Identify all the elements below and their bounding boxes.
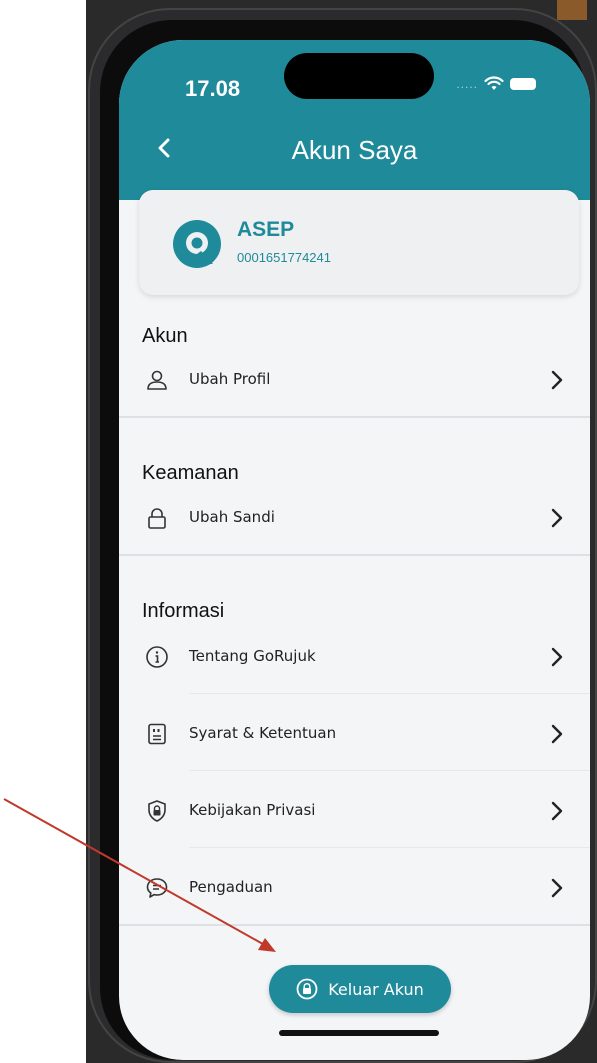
section-title-keamanan: Keamanan	[142, 462, 239, 484]
chevron-right-icon	[551, 370, 563, 390]
section-title-informasi: Informasi	[142, 600, 225, 622]
signal-indicator: .....	[456, 77, 478, 91]
logout-button[interactable]: Keluar Akun	[269, 965, 451, 1013]
document-quote-icon	[143, 720, 171, 748]
menu-label: Syarat & Ketentuan	[189, 724, 337, 742]
gorujuk-logo-icon	[173, 220, 221, 268]
top-app-bar: 17.08 ..... Akun Saya	[119, 40, 590, 200]
info-icon	[143, 643, 171, 671]
chevron-right-icon	[551, 801, 563, 821]
dynamic-island	[284, 53, 434, 99]
menu-label: Pengaduan	[189, 878, 273, 896]
user-id: 0001651774241	[237, 250, 331, 265]
lock-circle-icon	[296, 978, 318, 1000]
chat-bubble-icon	[143, 874, 171, 902]
wifi-icon	[484, 76, 504, 90]
app-screen: 17.08 ..... Akun Saya ASEP 0001651774241…	[119, 40, 590, 1060]
background-accent	[557, 0, 587, 20]
logout-label: Keluar Akun	[328, 979, 424, 999]
status-time: 17.08	[185, 76, 241, 101]
item-divider	[189, 847, 590, 848]
lock-icon	[143, 504, 171, 532]
shield-lock-icon	[143, 797, 171, 825]
section-divider	[119, 554, 590, 556]
phone-frame: 17.08 ..... Akun Saya ASEP 0001651774241…	[88, 8, 597, 1063]
menu-label: Kebijakan Privasi	[189, 801, 316, 819]
person-icon	[143, 366, 171, 394]
menu-item-syarat-ketentuan[interactable]: Syarat & Ketentuan	[119, 699, 590, 769]
phone-bezel: 17.08 ..... Akun Saya ASEP 0001651774241…	[100, 20, 590, 1060]
menu-label: Ubah Sandi	[189, 508, 275, 526]
item-divider	[189, 693, 590, 694]
status-icons: .....	[456, 76, 536, 92]
page-title: Akun Saya	[291, 135, 418, 165]
menu-label: Tentang GoRujuk	[189, 647, 316, 665]
menu-label: Ubah Profil	[189, 370, 271, 388]
item-divider	[189, 770, 590, 771]
chevron-right-icon	[551, 724, 563, 744]
menu-item-tentang-gorujuk[interactable]: Tentang GoRujuk	[119, 622, 590, 692]
battery-icon	[510, 78, 536, 90]
chevron-right-icon	[551, 647, 563, 667]
user-name: ASEP	[237, 218, 295, 241]
chevron-right-icon	[551, 508, 563, 528]
home-indicator	[279, 1030, 439, 1036]
chevron-right-icon	[551, 878, 563, 898]
section-divider	[119, 416, 590, 418]
menu-item-ubah-sandi[interactable]: Ubah Sandi	[119, 483, 590, 553]
profile-card: ASEP 0001651774241	[139, 190, 579, 295]
menu-item-kebijakan-privasi[interactable]: Kebijakan Privasi	[119, 776, 590, 846]
menu-item-pengaduan[interactable]: Pengaduan	[119, 853, 590, 923]
menu-item-ubah-profil[interactable]: Ubah Profil	[119, 345, 590, 415]
section-divider	[119, 924, 590, 926]
